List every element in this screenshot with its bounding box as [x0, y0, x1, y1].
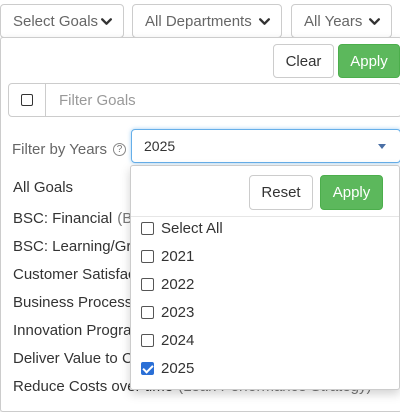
help-glyph: ? [116, 144, 123, 155]
select-goals-button[interactable]: Select Goals [0, 4, 124, 38]
years-apply-button-label: Apply [332, 184, 371, 201]
year-option-2025[interactable]: 2025 [141, 354, 391, 382]
year-option-label: 2025 [161, 359, 195, 377]
year-option-select-all[interactable]: Select All [141, 214, 391, 242]
year-option-2024[interactable]: 2024 [141, 326, 391, 354]
checkbox-icon[interactable] [141, 277, 154, 291]
all-years-button[interactable]: All Years [291, 4, 392, 38]
caret-down-icon [378, 143, 386, 149]
years-select-value: 2025 [144, 138, 176, 154]
all-departments-label: All Departments [145, 12, 252, 30]
apply-button-label: Apply [350, 52, 388, 70]
all-years-label: All Years [304, 12, 363, 30]
year-options-list: Select All 2021 2022 2023 2024 2025 [141, 214, 391, 382]
chevron-down-icon [258, 17, 271, 25]
clear-button[interactable]: Clear [273, 44, 334, 78]
filter-goals-input[interactable] [46, 91, 400, 109]
select-all-goals-checkbox[interactable] [9, 84, 46, 116]
clear-button-label: Clear [285, 52, 322, 70]
goal-name: BSC: Learning/Gro [13, 237, 140, 255]
year-option-label: 2022 [161, 275, 195, 293]
years-apply-button[interactable]: Apply [320, 175, 383, 210]
year-option-label: Select All [161, 219, 223, 237]
goal-name: Customer Satisfact [13, 265, 140, 283]
year-option-label: 2023 [161, 303, 195, 321]
reset-button[interactable]: Reset [249, 175, 313, 210]
reset-button-label: Reset [261, 184, 301, 201]
years-dropdown-menu: Reset Apply Select All 2021 2022 2023 20… [130, 165, 400, 390]
filter-by-years-text: Filter by Years [12, 141, 108, 158]
filter-goals-row [8, 83, 400, 117]
checkbox-square-icon [21, 94, 33, 106]
goal-name: All Goals [13, 178, 74, 196]
select-goals-label: Select Goals [13, 12, 99, 30]
year-option-2022[interactable]: 2022 [141, 270, 391, 298]
year-option-2023[interactable]: 2023 [141, 298, 391, 326]
apply-button[interactable]: Apply [338, 44, 400, 78]
goal-name: BSC: Financial [13, 209, 113, 227]
checkbox-icon[interactable] [141, 361, 154, 375]
years-select[interactable]: 2025 [131, 129, 400, 163]
checkbox-icon[interactable] [141, 249, 154, 263]
checkbox-icon[interactable] [141, 221, 154, 235]
goal-name: Business Process [13, 293, 133, 311]
filter-by-years-label: Filter by Years ? [12, 141, 127, 158]
goal-name: Deliver Value to Cu [13, 349, 142, 367]
chevron-down-icon [100, 17, 113, 25]
all-departments-button[interactable]: All Departments [132, 4, 282, 38]
checkbox-icon[interactable] [141, 333, 154, 347]
year-option-2021[interactable]: 2021 [141, 242, 391, 270]
goal-name: Innovation Prograr [13, 321, 137, 339]
checkbox-icon[interactable] [141, 305, 154, 319]
year-option-label: 2021 [161, 247, 195, 265]
chevron-down-icon [368, 17, 381, 25]
help-icon[interactable]: ? [113, 143, 127, 156]
year-option-label: 2024 [161, 331, 195, 349]
